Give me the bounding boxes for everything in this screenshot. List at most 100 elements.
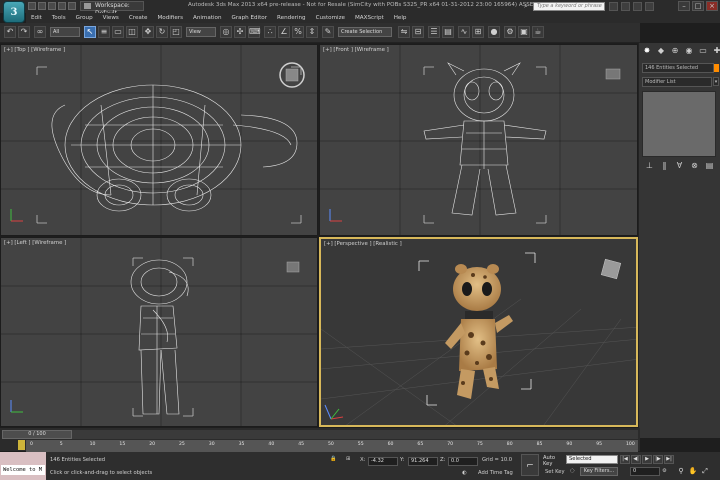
previous-frame-icon[interactable]: ◀| (631, 455, 641, 464)
time-slider-track[interactable] (72, 430, 638, 439)
percent-snap-icon[interactable]: % (292, 26, 304, 38)
motion-tab-icon[interactable]: ◉ (684, 46, 694, 56)
new-file-icon[interactable] (28, 2, 36, 10)
x-coord-field[interactable]: -4.32 (368, 457, 398, 466)
redo-icon[interactable]: ↷ (18, 26, 30, 38)
menu-views[interactable]: Views (98, 13, 124, 23)
minimize-button[interactable]: – (678, 1, 690, 11)
perspective-viewport[interactable]: [+] [Perspective ] [Realistic ] (319, 237, 638, 427)
configure-sets-icon[interactable]: ▤ (705, 161, 714, 171)
menu-maxscript[interactable]: MAXScript (350, 13, 389, 23)
selection-name-field[interactable]: 146 Entities Selected (642, 63, 714, 73)
snaps-icon[interactable]: ∴ (264, 26, 276, 38)
modify-tab-icon[interactable]: ◆ (656, 46, 666, 56)
time-config-icon[interactable]: ⚙ (662, 468, 667, 474)
rendered-frame-icon[interactable]: ▣ (518, 26, 530, 38)
menu-animation[interactable]: Animation (188, 13, 227, 23)
menu-customize[interactable]: Customize (311, 13, 350, 23)
make-unique-icon[interactable]: ∀ (675, 161, 684, 171)
maxscript-listener[interactable]: Welcome to M (0, 452, 46, 480)
app-logo-button[interactable]: 3 (3, 1, 25, 23)
rect-selection-icon[interactable]: ▭ (112, 26, 124, 38)
schematic-view-icon[interactable]: ⊞ (472, 26, 484, 38)
go-to-start-icon[interactable]: |◀ (620, 455, 630, 464)
lock-selection-icon[interactable]: 🔒 (330, 456, 336, 462)
mirror-icon[interactable]: ⇋ (398, 26, 410, 38)
menu-edit[interactable]: Edit (26, 13, 47, 23)
remove-modifier-icon[interactable]: ⊗ (690, 161, 699, 171)
search-input[interactable]: Type a keyword or phrase (533, 2, 605, 11)
pin-stack-icon[interactable]: ⊥ (645, 161, 654, 171)
select-object-icon[interactable]: ↖ (84, 26, 96, 38)
modifier-stack[interactable] (642, 91, 716, 157)
time-slider[interactable]: 0 / 100 (2, 430, 72, 439)
close-button[interactable]: × (706, 1, 718, 11)
reference-coord-dropdown[interactable]: View (186, 27, 216, 37)
menu-graph-editor[interactable]: Graph Editor (227, 13, 273, 23)
menu-modifiers[interactable]: Modifiers (152, 13, 188, 23)
next-frame-icon[interactable]: |▶ (653, 455, 663, 464)
maximize-viewport-icon[interactable]: ⤢ (700, 466, 710, 476)
auto-key-button[interactable]: Auto Key (543, 455, 565, 467)
modifier-list-dropdown[interactable]: Modifier List (642, 77, 712, 87)
play-icon[interactable]: ▶ (642, 455, 652, 464)
favorites-icon[interactable] (633, 2, 642, 11)
selection-filter-dropdown[interactable]: All (50, 27, 80, 37)
open-file-icon[interactable] (38, 2, 46, 10)
menu-create[interactable]: Create (124, 13, 153, 23)
add-time-tag[interactable]: Add Time Tag (478, 470, 513, 476)
maxscript-mini-listener[interactable]: Welcome to M (1, 465, 45, 475)
render-setup-icon[interactable]: ⚙ (504, 26, 516, 38)
set-key-icon[interactable]: ⌐ (521, 454, 539, 476)
select-manipulate-icon[interactable]: ✣ (234, 26, 246, 38)
key-filters-button[interactable]: Key Filters... (580, 467, 618, 476)
left-viewport[interactable]: [+] [Left ] [Wireframe ] (0, 237, 318, 427)
keyboard-shortcut-icon[interactable]: ⌨ (248, 26, 261, 38)
curve-editor-icon[interactable]: ∿ (458, 26, 470, 38)
hierarchy-tab-icon[interactable]: ⊕ (670, 46, 680, 56)
render-icon[interactable]: ☕ (532, 26, 544, 38)
go-to-end-icon[interactable]: ▶| (664, 455, 674, 464)
redo-quick-icon[interactable] (68, 2, 76, 10)
window-crossing-icon[interactable]: ◫ (126, 26, 138, 38)
zoom-icon[interactable]: ⚲ (676, 466, 686, 476)
menu-rendering[interactable]: Rendering (272, 13, 311, 23)
undo-quick-icon[interactable] (58, 2, 66, 10)
orbit-icon[interactable]: ✋ (688, 466, 698, 476)
track-bar-lock-icon[interactable] (18, 440, 25, 450)
graphite-icon[interactable]: ▤ (442, 26, 454, 38)
edit-named-selection-icon[interactable]: ✎ (322, 26, 334, 38)
communication-icon[interactable] (621, 2, 630, 11)
pivot-icon[interactable]: ◎ (220, 26, 232, 38)
top-viewport[interactable]: [+] [Top ] [Wireframe ] (0, 44, 318, 236)
menu-tools[interactable]: Tools (47, 13, 71, 23)
front-viewport[interactable]: [+] [Front ] [Wireframe ] (319, 44, 638, 236)
maximize-button[interactable]: □ (692, 1, 704, 11)
link-icon[interactable]: ∞ (34, 26, 46, 38)
named-selection-dropdown[interactable]: Create Selection (338, 27, 392, 37)
material-editor-icon[interactable]: ● (488, 26, 500, 38)
current-frame-field[interactable]: 0 (630, 467, 660, 476)
create-tab-icon[interactable]: ✸ (642, 46, 652, 56)
select-by-name-icon[interactable]: ≡ (98, 26, 110, 38)
undo-icon[interactable]: ↶ (4, 26, 16, 38)
help-icon[interactable] (645, 2, 654, 11)
y-coord-field[interactable]: 91.264 (408, 457, 438, 466)
subscription-icon[interactable] (609, 2, 618, 11)
rotate-icon[interactable]: ↻ (156, 26, 168, 38)
save-file-icon[interactable] (48, 2, 56, 10)
spinner-snap-icon[interactable]: ⇕ (306, 26, 318, 38)
utilities-tab-icon[interactable]: ✚ (712, 46, 720, 56)
menu-help[interactable]: Help (389, 13, 412, 23)
move-icon[interactable]: ✥ (142, 26, 154, 38)
layer-manager-icon[interactable]: ☰ (428, 26, 440, 38)
workspace-dropdown[interactable]: Workspace: Default (80, 1, 144, 17)
object-color-swatch[interactable] (714, 64, 719, 72)
time-tag-icon[interactable]: ◐ (462, 470, 467, 476)
modifier-list-arrow-icon[interactable]: ▾ (713, 77, 719, 86)
key-set-dropdown[interactable]: Selected (566, 455, 618, 464)
track-bar[interactable]: 0 5 10 15 20 25 30 35 40 45 50 55 60 65 70 75 80 85 90 95 10… (26, 440, 638, 452)
scale-icon[interactable]: ◰ (170, 26, 182, 38)
search-icon[interactable]: ⌕ (521, 2, 531, 11)
menu-group[interactable]: Group (71, 13, 98, 23)
